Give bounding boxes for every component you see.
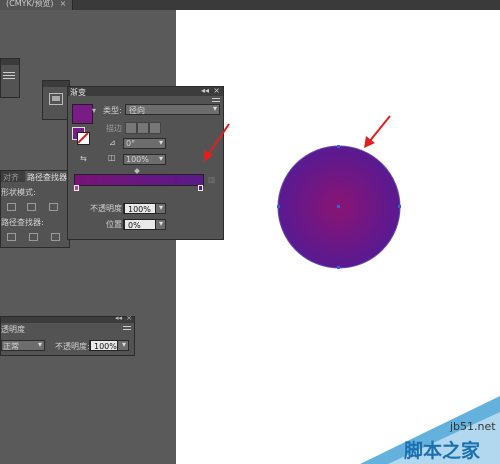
annotation-arrow-slider: [204, 123, 230, 162]
circle-top-anchor[interactable]: [337, 145, 340, 148]
circle-left-anchor[interactable]: [277, 205, 280, 208]
watermark-name: 脚本之家: [404, 440, 481, 462]
annotation-arrow-circle: [364, 115, 391, 148]
circle-right-anchor[interactable]: [398, 205, 401, 208]
watermark-site: jb51.net: [450, 420, 496, 433]
circle-center-anchor[interactable]: [337, 205, 340, 208]
circle-bottom-anchor[interactable]: [337, 266, 340, 269]
artwork-layer: [204, 115, 500, 464]
